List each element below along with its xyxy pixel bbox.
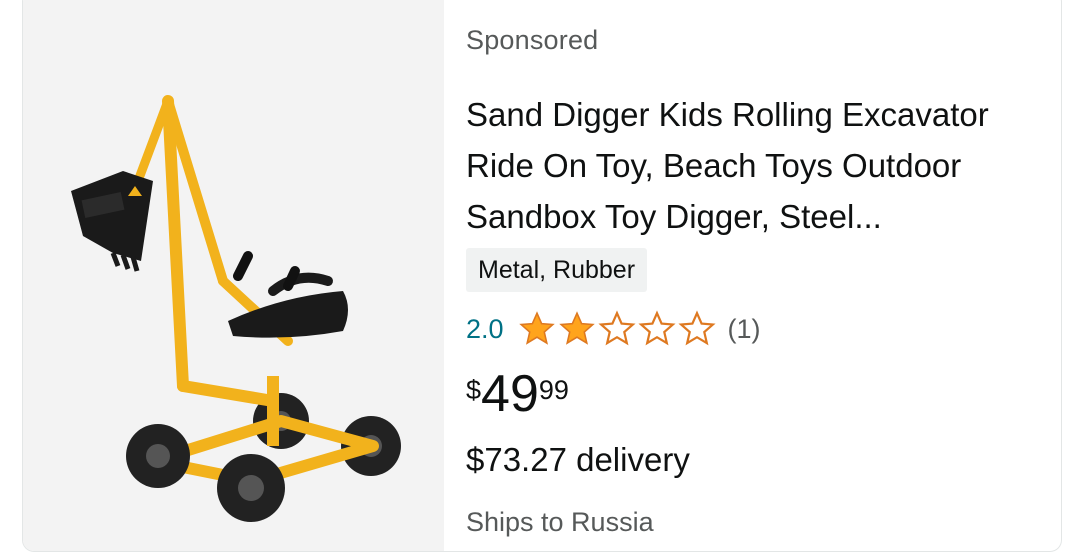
shipping-info: Ships to Russia bbox=[466, 507, 654, 537]
price-symbol: $ bbox=[466, 375, 482, 405]
rating-value[interactable]: 2.0 bbox=[466, 314, 504, 345]
star-filled-icon bbox=[558, 311, 595, 345]
front-right-wheel bbox=[217, 454, 285, 522]
star-rating[interactable] bbox=[518, 310, 716, 348]
price-whole: 49 bbox=[481, 365, 539, 423]
sponsored-label: Sponsored bbox=[466, 25, 599, 55]
product-image[interactable] bbox=[23, 0, 444, 551]
front-left-wheel bbox=[126, 424, 190, 488]
price: $ 49 99 bbox=[466, 363, 569, 425]
digger-bucket bbox=[71, 171, 153, 272]
rating-row[interactable]: 2.0 (1) bbox=[466, 307, 761, 351]
price-fraction: 99 bbox=[538, 375, 569, 405]
star-empty-icon bbox=[638, 310, 676, 346]
star-filled-icon bbox=[518, 311, 555, 345]
material-badge: Metal, Rubber bbox=[466, 248, 648, 292]
delivery-price: $73.27 delivery bbox=[466, 441, 690, 478]
product-title[interactable]: Sand Digger Kids Rolling Excavator Ride … bbox=[466, 89, 1046, 242]
star-empty-icon bbox=[598, 310, 636, 346]
sand-digger-toy-image bbox=[71, 95, 401, 522]
review-count[interactable]: (1) bbox=[728, 314, 761, 345]
star-empty-icon bbox=[678, 310, 716, 346]
product-card[interactable]: Sponsored Sand Digger Kids Rolling Excav… bbox=[22, 0, 1062, 552]
